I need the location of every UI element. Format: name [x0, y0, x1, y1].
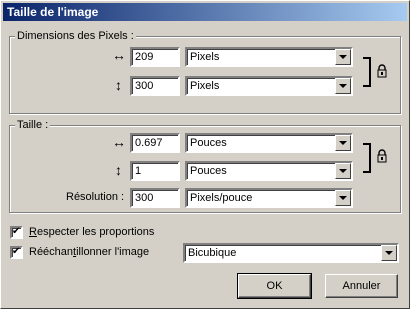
keep-proportions-mnemonic: R	[29, 226, 37, 238]
resolution-input[interactable]: 300	[130, 188, 180, 208]
lock-icon	[377, 64, 387, 78]
size-width-unit-select[interactable]: Pouces	[185, 133, 353, 153]
image-size-dialog: Taille de l'image Dimensions des Pixels …	[0, 0, 410, 309]
size-height-input[interactable]: 1	[130, 161, 180, 181]
keep-proportions-label[interactable]: Respecter les proportions	[29, 223, 154, 241]
resample-checkbox[interactable]	[10, 246, 23, 259]
size-height-unit-select[interactable]: Pouces	[185, 161, 353, 181]
pixel-dimensions-legend: Dimensions des Pixels :	[15, 30, 136, 42]
resample-method-value: Bicubique	[188, 247, 237, 259]
constrain-bracket	[363, 143, 371, 173]
chevron-down-icon[interactable]	[335, 78, 351, 94]
constrain-bracket	[363, 57, 371, 87]
size-width-input[interactable]: 0.697	[130, 133, 180, 153]
chevron-down-icon[interactable]	[335, 49, 351, 65]
size-height-unit-value: Pouces	[190, 165, 227, 177]
chevron-down-icon[interactable]	[335, 163, 351, 179]
vertical-arrow-icon: ↕	[115, 77, 122, 93]
chevron-down-icon[interactable]	[335, 135, 351, 151]
pixel-height-input[interactable]: 300	[130, 76, 180, 96]
pixel-height-unit-select[interactable]: Pixels	[185, 76, 353, 96]
keep-proportions-checkbox[interactable]	[10, 226, 23, 239]
chevron-down-icon[interactable]	[335, 190, 351, 206]
size-legend: Taille :	[15, 119, 51, 131]
resample-method-select[interactable]: Bicubique	[183, 243, 399, 263]
resolution-unit-select[interactable]: Pixels/pouce	[185, 188, 353, 208]
keep-proportions-label-text: especter les proportions	[36, 226, 155, 238]
ok-button[interactable]: OK	[237, 273, 312, 299]
size-width-unit-value: Pouces	[190, 137, 227, 149]
resolution-label: Résolution :	[66, 191, 125, 203]
pixel-width-unit-value: Pixels	[190, 51, 220, 63]
pixel-width-unit-select[interactable]: Pixels	[185, 47, 353, 67]
resample-label[interactable]: Rééchantillonner l'image	[29, 243, 149, 261]
resolution-unit-value: Pixels/pouce	[190, 192, 253, 204]
pixel-width-input[interactable]: 209	[130, 47, 180, 67]
resample-label-b: illonner l'image	[76, 246, 150, 258]
horizontal-arrow-icon: ↔	[112, 134, 126, 150]
vertical-arrow-icon: ↕	[115, 162, 122, 178]
dialog-title: Taille de l'image	[3, 3, 407, 21]
chevron-down-icon[interactable]	[381, 245, 397, 261]
lock-icon	[377, 149, 387, 163]
resample-label-a: Rééchan	[29, 246, 74, 258]
horizontal-arrow-icon: ↔	[112, 47, 126, 63]
cancel-button[interactable]: Annuler	[325, 274, 398, 298]
pixel-height-unit-value: Pixels	[190, 80, 220, 92]
